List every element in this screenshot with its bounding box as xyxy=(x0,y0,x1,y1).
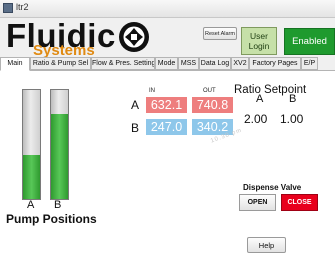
pump-a-level xyxy=(23,155,40,199)
user-login-button[interactable]: User Login xyxy=(241,27,277,55)
dispense-valve-title: Dispense Valve xyxy=(243,183,302,192)
open-valve-button[interactable]: OPEN xyxy=(239,194,276,211)
help-button[interactable]: Help xyxy=(247,237,286,253)
tab-xv2[interactable]: XV2 xyxy=(231,57,249,70)
tab-flow-pres-setting[interactable]: Flow & Pres. Setting xyxy=(91,57,155,70)
reset-alarm-button[interactable]: Reset Alarm xyxy=(203,27,237,40)
tab-factory-pages[interactable]: Factory Pages xyxy=(249,57,301,70)
tab-mode[interactable]: Mode xyxy=(155,57,178,70)
app-icon xyxy=(3,3,13,13)
fluidic-logo: Fluidic Systems xyxy=(6,17,156,59)
pressure-a-in: 632.1 xyxy=(146,97,187,113)
enabled-status-button[interactable]: Enabled xyxy=(284,28,335,55)
tab-ratio-pump-sel[interactable]: Ratio & Pump Sel xyxy=(30,57,91,70)
row-a-label: A xyxy=(131,98,140,112)
user-login-line2: Login xyxy=(248,41,270,51)
tab-ep[interactable]: E/P xyxy=(301,57,318,70)
tab-main[interactable]: Main xyxy=(0,57,30,71)
pressure-a-out: 740.8 xyxy=(192,97,233,113)
pump-positions-caption: Pump Positions xyxy=(6,212,97,226)
ratio-a-value[interactable]: 2.00 xyxy=(244,112,267,126)
window-title: ltr2 xyxy=(16,2,29,12)
tab-bar: Main Ratio & Pump Sel Flow & Pres. Setti… xyxy=(0,57,335,71)
ratio-b-header: B xyxy=(289,93,297,105)
pump-b-level xyxy=(51,113,68,199)
ratio-b-value[interactable]: 1.00 xyxy=(280,112,303,126)
pressure-b-in: 247.0 xyxy=(146,119,187,135)
pump-a-position-bar xyxy=(22,89,41,200)
valve-logo-icon xyxy=(119,22,149,52)
user-login-line1: User xyxy=(250,31,268,41)
pump-a-label: A xyxy=(27,199,35,211)
ratio-a-header: A xyxy=(256,93,264,105)
tab-mss[interactable]: MSS xyxy=(178,57,199,70)
pump-b-label: B xyxy=(54,199,62,211)
out-column-header: OUT xyxy=(203,88,216,94)
row-b-label: B xyxy=(131,121,140,135)
in-column-header: IN xyxy=(149,88,155,94)
pump-b-position-bar xyxy=(50,89,69,200)
tab-data-log[interactable]: Data Log xyxy=(199,57,231,70)
close-valve-button[interactable]: CLOSE xyxy=(281,194,318,211)
